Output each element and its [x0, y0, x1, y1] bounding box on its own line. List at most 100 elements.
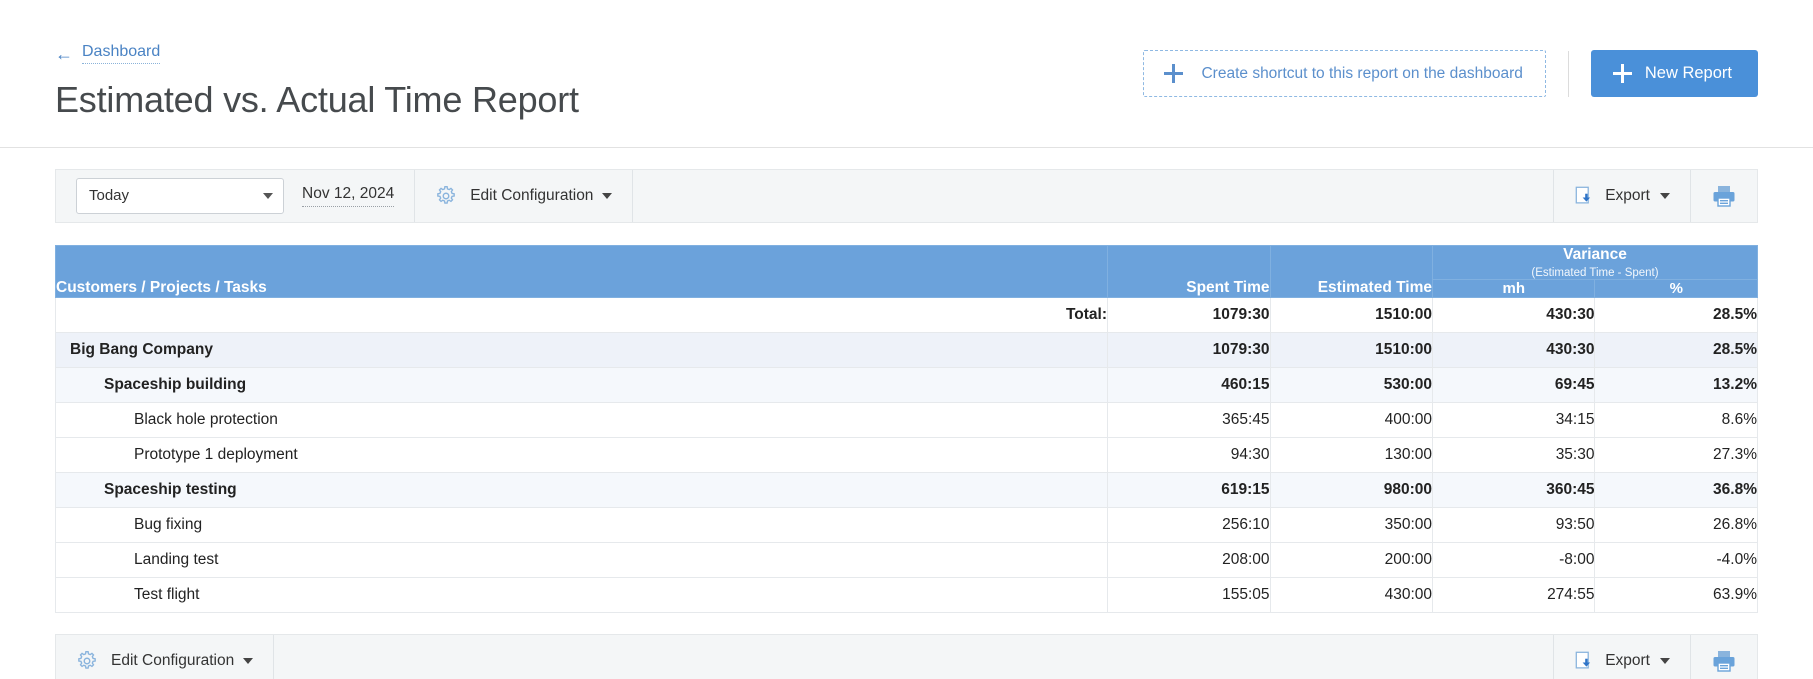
header-estimated-time[interactable]: Estimated Time [1269, 244, 1434, 298]
toolbar-right: Export [1553, 169, 1757, 222]
gear-icon [78, 650, 96, 669]
row-variance-pct: 63.9% [1594, 576, 1758, 613]
edit-configuration-label: Edit Configuration [111, 651, 235, 669]
edit-configuration-label: Edit Configuration [470, 186, 594, 204]
export-button-top[interactable]: Export [1553, 169, 1690, 222]
row-estimated-time: 400:00 [1269, 401, 1434, 438]
row-name[interactable]: Big Bang Company [54, 331, 1109, 368]
printer-icon [1713, 650, 1735, 672]
report-toolbar: Today Nov 12, 2024 Edit Configuration Ex… [55, 168, 1758, 223]
bottombar-right: Export [1553, 634, 1757, 679]
row-spent-time: 208:00 [1107, 541, 1271, 578]
arrow-left-icon: ← [55, 44, 73, 64]
row-variance-mh: 69:45 [1431, 366, 1596, 403]
row-variance-mh: 35:30 [1431, 436, 1596, 473]
edit-configuration-button-top[interactable]: Edit Configuration [415, 169, 634, 222]
caret-down-icon [1660, 657, 1670, 664]
report-page: ← Dashboard Estimated vs. Actual Time Re… [0, 0, 1813, 679]
row-spent-time: 94:30 [1107, 436, 1271, 473]
row-variance-pct: 26.8% [1594, 506, 1758, 543]
header-variance-sublabel: (Estimated Time - Spent) [1531, 266, 1659, 279]
row-estimated-time: 130:00 [1269, 436, 1434, 473]
row-spent-time: 365:45 [1107, 401, 1271, 438]
report-bottombar: Edit Configuration Export [55, 633, 1758, 679]
header-estimated-time-label: Estimated Time [1317, 278, 1432, 296]
header-variance-label: Variance [1563, 245, 1627, 263]
row-variance-pct: -4.0% [1594, 541, 1758, 578]
header-spent-time[interactable]: Spent Time [1107, 244, 1271, 298]
header-variance-mh[interactable]: mh [1431, 278, 1596, 298]
row-spent-time: 155:05 [1107, 576, 1271, 613]
edit-configuration-button-bottom[interactable]: Edit Configuration [56, 634, 275, 679]
row-name[interactable]: Landing test [54, 541, 1109, 578]
period-filter-cell: Today Nov 12, 2024 [56, 169, 416, 222]
header-customers-projects-tasks[interactable]: Customers / Projects / Tasks [54, 244, 1109, 298]
total-spent: 1079:30 [1107, 296, 1271, 333]
total-estimated: 1510:00 [1269, 296, 1434, 333]
report-table-body: Total: 1079:30 1510:00 430:30 28.5% Big … [54, 296, 1758, 613]
header-actions: Create shortcut to this report on the da… [1143, 0, 1758, 97]
row-spent-time: 460:15 [1107, 366, 1271, 403]
toolbar-left: Today Nov 12, 2024 Edit Configuration [56, 169, 634, 222]
plus-icon [1612, 64, 1632, 83]
period-select-wrap: Today [76, 177, 284, 214]
row-variance-mh: 360:45 [1431, 471, 1596, 508]
header-variance: Variance (Estimated Time - Spent) [1432, 244, 1758, 280]
row-name[interactable]: Spaceship testing [54, 471, 1109, 508]
page-header: ← Dashboard Estimated vs. Actual Time Re… [0, 0, 1813, 120]
table-row: Spaceship testing 619:15 980:00 360:45 36.8% [54, 471, 1758, 508]
row-variance-mh: 34:15 [1431, 401, 1596, 438]
row-name[interactable]: Prototype 1 deployment [54, 436, 1109, 473]
export-button-bottom[interactable]: Export [1553, 634, 1690, 679]
total-label: Total: [54, 296, 1109, 333]
total-variance-mh: 430:30 [1431, 296, 1596, 333]
printer-icon [1713, 185, 1735, 207]
row-estimated-time: 1510:00 [1269, 331, 1434, 368]
header-variance-pct[interactable]: % [1594, 278, 1758, 298]
row-name[interactable]: Test flight [54, 576, 1109, 613]
new-report-button[interactable]: New Report [1590, 50, 1758, 97]
table-row: Prototype 1 deployment 94:30 130:00 35:30 27… [54, 436, 1758, 473]
breadcrumb-link-dashboard[interactable]: Dashboard [82, 44, 161, 64]
new-report-label: New Report [1644, 64, 1732, 82]
row-estimated-time: 430:00 [1269, 576, 1434, 613]
page-title: Estimated vs. Actual Time Report [55, 79, 579, 120]
total-variance-pct: 28.5% [1594, 296, 1758, 333]
row-name[interactable]: Bug fixing [54, 506, 1109, 543]
date-range-text[interactable]: Nov 12, 2024 [302, 185, 395, 207]
caret-down-icon [602, 192, 613, 199]
table-row: Landing test 208:00 200:00 -8:00 -4.0% [54, 541, 1758, 578]
row-variance-mh: -8:00 [1431, 541, 1596, 578]
header-row-main: Customers / Projects / Tasks Spent Time … [54, 244, 1758, 298]
row-spent-time: 1079:30 [1107, 331, 1271, 368]
row-spent-time: 256:10 [1107, 506, 1271, 543]
print-button-bottom[interactable] [1690, 634, 1757, 679]
row-name[interactable]: Black hole protection [54, 401, 1109, 438]
table-row: Test flight 155:05 430:00 274:55 63.9% [54, 576, 1758, 613]
row-estimated-time: 200:00 [1269, 541, 1434, 578]
table-row: Big Bang Company 1079:30 1510:00 430:30 28.5… [54, 331, 1758, 368]
table-row: Spaceship building 460:15 530:00 69:45 13.2% [54, 366, 1758, 403]
create-shortcut-button[interactable]: Create shortcut to this report on the da… [1143, 50, 1546, 97]
row-spent-time: 619:15 [1107, 471, 1271, 508]
title-block: ← Dashboard Estimated vs. Actual Time Re… [55, 0, 579, 120]
report-table: Customers / Projects / Tasks Spent Time … [54, 244, 1758, 613]
row-variance-mh: 274:55 [1431, 576, 1596, 613]
table-row: Bug fixing 256:10 350:00 93:50 26.8% [54, 506, 1758, 543]
row-name[interactable]: Spaceship building [54, 366, 1109, 403]
row-variance-pct: 27.3% [1594, 436, 1758, 473]
report-table-wrap: Customers / Projects / Tasks Spent Time … [54, 244, 1758, 613]
row-variance-pct: 28.5% [1594, 331, 1758, 368]
period-select[interactable]: Today [76, 177, 284, 214]
caret-down-icon [1660, 192, 1670, 199]
table-row-total: Total: 1079:30 1510:00 430:30 28.5% [54, 296, 1758, 333]
header-separator [0, 146, 1813, 148]
gear-icon [437, 185, 456, 204]
table-row: Black hole protection 365:45 400:00 34:15 8.… [54, 401, 1758, 438]
row-variance-pct: 13.2% [1594, 366, 1758, 403]
breadcrumb: ← Dashboard [55, 44, 579, 64]
print-button-top[interactable] [1690, 169, 1757, 222]
header-divider [1567, 50, 1569, 97]
create-shortcut-label: Create shortcut to this report on the da… [1201, 64, 1523, 82]
row-variance-mh: 430:30 [1431, 331, 1596, 368]
